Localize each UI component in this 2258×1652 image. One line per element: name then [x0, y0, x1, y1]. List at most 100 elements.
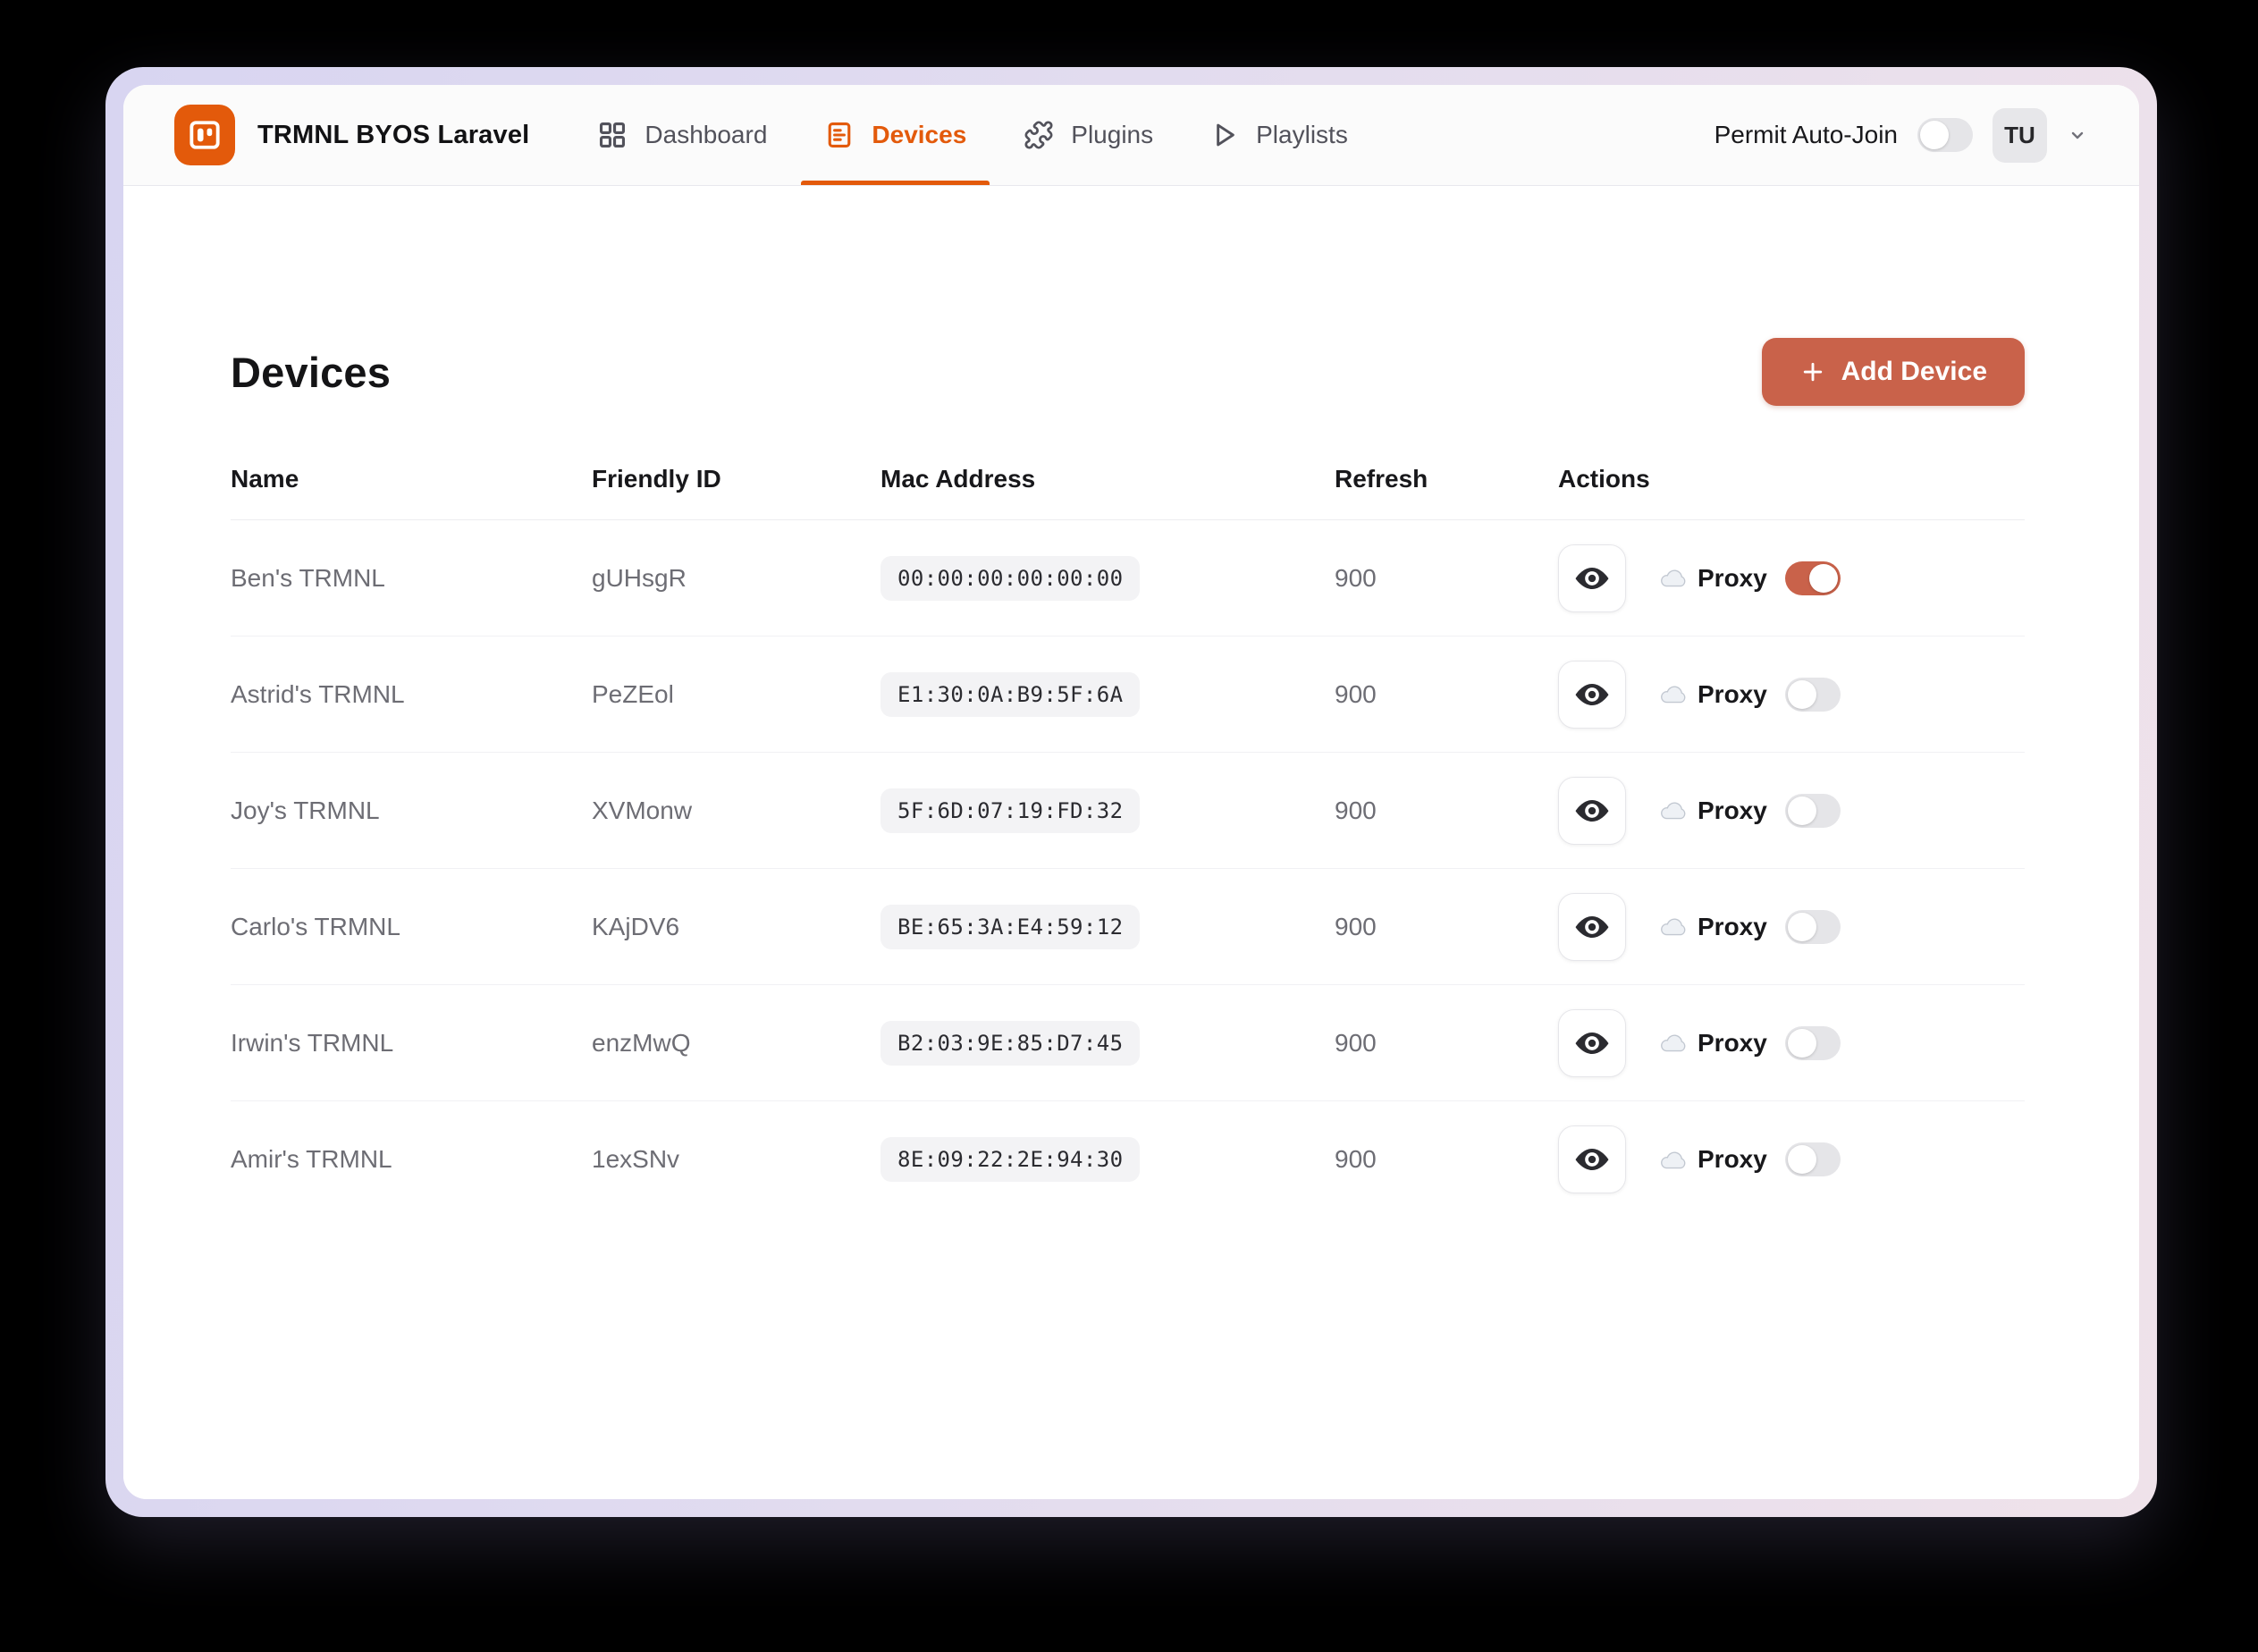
devices-icon	[829, 122, 851, 148]
view-device-button[interactable]	[1558, 776, 1626, 845]
column-header-refresh: Refresh	[1335, 465, 1428, 493]
proxy-label: Proxy	[1698, 1028, 1767, 1057]
page-head: Devices Add Device	[231, 338, 2025, 406]
permit-auto-join-label: Permit Auto-Join	[1714, 121, 1898, 148]
playlists-play-icon	[1217, 123, 1234, 147]
proxy-toggle[interactable]	[1784, 1142, 1841, 1176]
column-header-name: Name	[231, 465, 299, 493]
view-device-button[interactable]	[1558, 1125, 1626, 1193]
column-header-mac-address: Mac Address	[880, 465, 1036, 493]
device-name: Astrid's TRMNL	[231, 679, 405, 708]
mac-address-pill: BE:65:3A:E4:59:12	[880, 904, 1141, 949]
device-friendly-id: KAjDV6	[592, 912, 680, 940]
mac-address-pill: E1:30:0A:B9:5F:6A	[880, 671, 1141, 717]
device-name: Irwin's TRMNL	[231, 1028, 394, 1057]
column-header-friendly-id: Friendly ID	[592, 465, 721, 493]
toggle-knob	[1787, 1028, 1816, 1058]
toggle-knob	[1808, 563, 1838, 593]
cloud-icon	[1661, 918, 1686, 936]
proxy-toggle[interactable]	[1784, 1025, 1841, 1060]
view-device-button[interactable]	[1558, 660, 1626, 729]
table-row: Irwin's TRMNL enzMwQ B2:03:9E:85:D7:45 9…	[231, 985, 2025, 1101]
nav-label: Playlists	[1256, 121, 1348, 148]
device-name: Ben's TRMNL	[231, 563, 385, 592]
table-row: Carlo's TRMNL KAjDV6 BE:65:3A:E4:59:12 9…	[231, 869, 2025, 985]
dashboard-grid-icon	[600, 122, 626, 148]
proxy-toggle[interactable]	[1784, 677, 1841, 712]
brand-title: TRMNL BYOS Laravel	[257, 120, 530, 149]
proxy-label: Proxy	[1698, 796, 1767, 824]
table-row: Ben's TRMNL gUHsgR 00:00:00:00:00:00 900	[231, 520, 2025, 636]
chevron-down-icon[interactable]	[2067, 124, 2088, 146]
eye-icon	[1575, 915, 1609, 938]
device-friendly-id: XVMonw	[592, 796, 693, 824]
page-title: Devices	[231, 348, 392, 396]
table-header: Name Friendly ID Mac Address Refresh Act…	[231, 465, 2025, 520]
proxy-label: Proxy	[1698, 1145, 1767, 1173]
mac-address-pill: B2:03:9E:85:D7:45	[880, 1020, 1141, 1066]
device-refresh: 900	[1335, 912, 1377, 940]
add-device-button[interactable]: Add Device	[1761, 338, 2025, 406]
toggle-knob	[1787, 1145, 1816, 1174]
permit-auto-join-toggle[interactable]	[1917, 118, 1973, 152]
nav-item-playlists[interactable]: Playlists	[1210, 85, 1348, 185]
table-row: Astrid's TRMNL PeZEol E1:30:0A:B9:5F:6A …	[231, 636, 2025, 753]
user-avatar[interactable]: TU	[1993, 107, 2047, 163]
cloud-icon	[1661, 569, 1686, 587]
device-name: Carlo's TRMNL	[231, 912, 400, 940]
nav-item-devices[interactable]: Devices	[801, 85, 990, 185]
eye-icon	[1575, 567, 1609, 589]
proxy-toggle[interactable]	[1784, 793, 1841, 828]
column-header-actions: Actions	[1558, 465, 1650, 493]
mac-address-pill: 8E:09:22:2E:94:30	[880, 1137, 1141, 1182]
view-device-button[interactable]	[1558, 1008, 1626, 1077]
cloud-icon	[1661, 1151, 1686, 1168]
device-friendly-id: PeZEol	[592, 679, 674, 708]
cloud-icon	[1661, 686, 1686, 704]
device-refresh: 900	[1335, 679, 1377, 708]
device-name: Joy's TRMNL	[231, 796, 380, 824]
nav-label: Dashboard	[645, 121, 768, 148]
toggle-knob	[1787, 796, 1816, 825]
table-row: Joy's TRMNL XVMonw 5F:6D:07:19:FD:32 900	[231, 753, 2025, 869]
trmnl-logo-icon	[190, 121, 220, 149]
nav-item-plugins[interactable]: Plugins	[1024, 85, 1153, 185]
top-bar: TRMNL BYOS Laravel Dashboard Devices Plu…	[123, 85, 2139, 186]
mac-address-pill: 00:00:00:00:00:00	[880, 555, 1141, 601]
cloud-icon	[1661, 1034, 1686, 1052]
eye-icon	[1575, 1032, 1609, 1054]
device-refresh: 900	[1335, 1028, 1377, 1057]
window-frame: TRMNL BYOS Laravel Dashboard Devices Plu…	[105, 67, 2157, 1517]
top-right-controls: Permit Auto-Join TU	[1714, 107, 2088, 163]
plus-icon	[1803, 362, 1822, 382]
device-name: Amir's TRMNL	[231, 1145, 392, 1173]
toggle-knob	[1787, 912, 1816, 941]
main-nav: Dashboard Devices Plugins Playlists	[597, 85, 1348, 185]
proxy-toggle[interactable]	[1784, 909, 1841, 944]
mac-address-pill: 5F:6D:07:19:FD:32	[880, 788, 1141, 833]
nav-label: Plugins	[1071, 121, 1154, 148]
app-window: TRMNL BYOS Laravel Dashboard Devices Plu…	[123, 85, 2139, 1499]
app-logo	[174, 105, 235, 165]
nav-label: Devices	[872, 121, 967, 148]
toggle-knob	[1920, 121, 1949, 149]
proxy-label: Proxy	[1698, 679, 1767, 708]
proxy-toggle[interactable]	[1784, 560, 1841, 595]
device-refresh: 900	[1335, 1145, 1377, 1173]
device-refresh: 900	[1335, 563, 1377, 592]
eye-icon	[1575, 799, 1609, 822]
device-refresh: 900	[1335, 796, 1377, 824]
proxy-label: Proxy	[1698, 912, 1767, 940]
device-friendly-id: enzMwQ	[592, 1028, 691, 1057]
add-device-label: Add Device	[1841, 357, 1987, 386]
table-row: Amir's TRMNL 1exSNv 8E:09:22:2E:94:30 90…	[231, 1101, 2025, 1218]
device-friendly-id: 1exSNv	[592, 1145, 680, 1173]
nav-item-dashboard[interactable]: Dashboard	[597, 85, 767, 185]
active-tab-underline	[801, 181, 990, 185]
view-device-button[interactable]	[1558, 544, 1626, 612]
view-device-button[interactable]	[1558, 892, 1626, 961]
eye-icon	[1575, 683, 1609, 705]
device-table-body: Ben's TRMNL gUHsgR 00:00:00:00:00:00 900	[231, 520, 2025, 1218]
device-friendly-id: gUHsgR	[592, 563, 687, 592]
cloud-icon	[1661, 802, 1686, 820]
